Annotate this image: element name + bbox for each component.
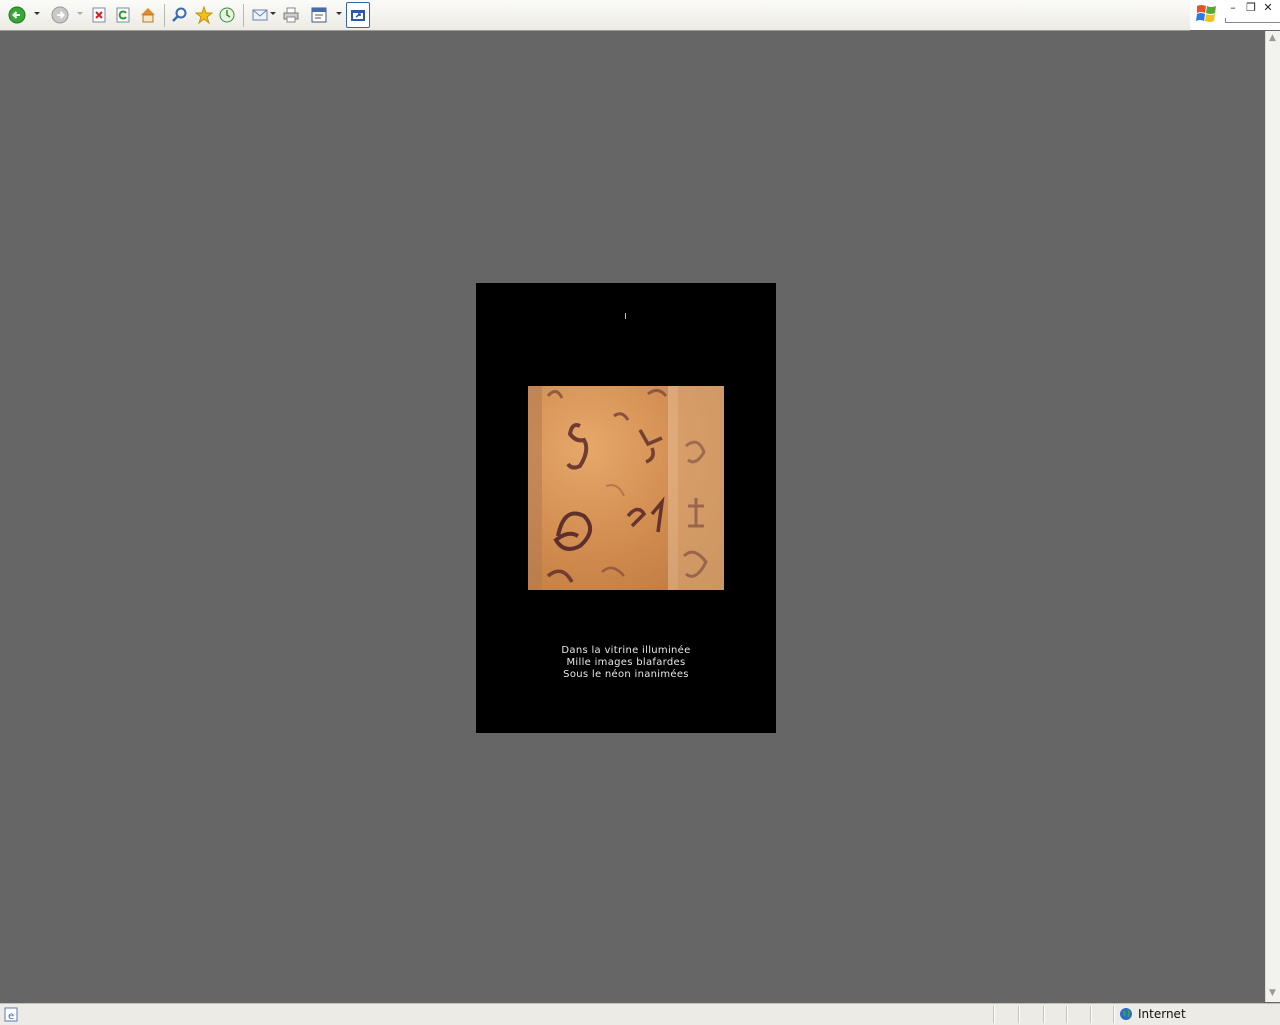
poem-line-1: Dans la vitrine illuminée [561,645,691,656]
fullscreen-button[interactable] [346,2,370,28]
stop-icon [92,7,106,23]
back-icon [8,6,26,24]
restore-icon: ❐ [1246,1,1256,14]
close-icon: ✕ [1263,1,1273,14]
history-icon [219,7,235,23]
browser-toolbar [0,0,1190,31]
status-divider [993,1006,995,1023]
mail-dropdown-icon[interactable] [270,12,276,15]
edit-button[interactable] [308,4,330,26]
minimize-icon: – [1230,1,1236,14]
artwork-graphic [528,386,724,590]
back-button[interactable] [6,4,28,26]
favorites-button[interactable] [193,4,215,26]
scroll-down-icon[interactable]: ▼ [1269,988,1276,998]
vertical-scrollbar[interactable]: ▲ ▼ [1265,31,1280,1002]
globe-icon [1120,1008,1132,1020]
security-zone-label: Internet [1138,1007,1186,1021]
status-bar: e Internet [0,1003,1280,1025]
mail-button[interactable] [249,4,271,26]
favorites-icon [195,6,213,24]
status-divider [1113,1006,1115,1023]
windows-logo-icon [1196,5,1216,22]
status-divider [1066,1006,1068,1023]
progress-line [1225,22,1280,23]
refresh-button[interactable] [112,4,134,26]
home-icon [141,8,155,23]
forward-button[interactable] [49,4,71,26]
search-icon [172,7,187,22]
content-card: Dans la vitrine illuminée Mille images b… [476,283,776,733]
close-button[interactable]: ✕ [1261,1,1275,14]
restore-button[interactable]: ❐ [1244,1,1258,14]
forward-icon [51,6,69,24]
fullscreen-icon [351,10,365,21]
status-divider [1018,1006,1020,1023]
toolbar-separator [164,4,165,27]
poem-text: Dans la vitrine illuminée Mille images b… [476,645,776,681]
edit-icon [311,7,327,23]
minimize-button[interactable]: – [1226,1,1240,14]
home-button[interactable] [137,4,159,26]
page-icon: e [4,1007,18,1022]
print-icon [283,7,299,23]
mail-icon [252,9,268,21]
window-controls: – ❐ ✕ [1190,0,1280,30]
history-button[interactable] [216,4,238,26]
status-divider [1090,1006,1092,1023]
toolbar-separator [243,4,244,27]
poem-line-2: Mille images blafardes [566,657,686,668]
edit-dropdown-icon[interactable] [336,12,342,15]
svg-text:e: e [8,1011,14,1022]
refresh-icon [116,7,130,23]
forward-dropdown-icon[interactable] [77,12,83,15]
cursor-mark [625,313,626,319]
back-dropdown-icon[interactable] [34,12,40,15]
stop-button[interactable] [88,4,110,26]
search-button[interactable] [168,4,190,26]
status-divider [1043,1006,1045,1023]
scroll-up-icon[interactable]: ▲ [1269,33,1276,43]
artwork-image [528,386,724,590]
poem-line-3: Sous le néon inanimées [563,669,689,680]
print-button[interactable] [280,4,302,26]
